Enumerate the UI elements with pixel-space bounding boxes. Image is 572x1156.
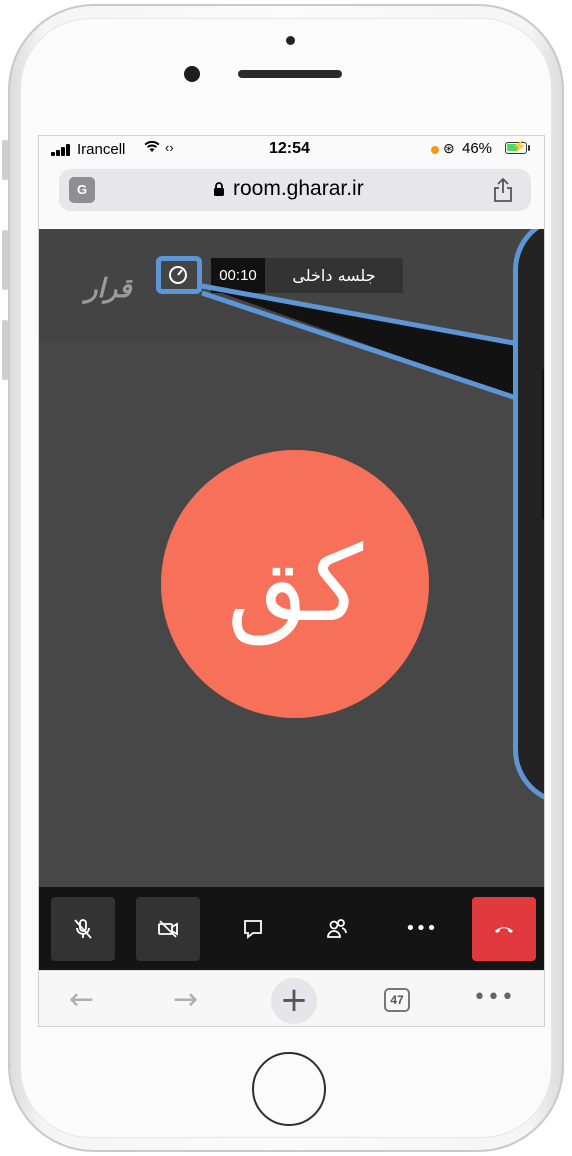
participant-avatar: کق [161,450,429,718]
screen: Irancell ‹› 12:54 ⊛ 46% ⚡ G room.gharar.… [38,135,545,1027]
vpn-arrows-icon: ‹› [165,140,174,155]
camera-off-icon [158,920,178,938]
front-camera-icon [286,36,295,45]
earpiece-speaker [238,70,342,78]
meeting-stage: قرار 00:10 جلسه داخلی کق × ن • [39,229,544,887]
phone-hangup-icon [495,927,513,933]
battery-percent: 46% [462,140,493,157]
chat-icon [244,920,262,939]
meeting-toolbar: ••• [39,887,544,970]
browser-toolbar: ← → + 47 ••• [39,970,544,1026]
info-panel [542,369,544,519]
url-text[interactable]: room.gharar.ir [233,177,364,201]
volume-up-button [2,230,8,290]
privacy-indicator-icon [431,146,439,154]
more-menu-icon[interactable]: ••• [473,985,515,1010]
share-icon[interactable] [491,177,515,203]
battery-icon: ⚡ [505,139,527,154]
mute-microphone-button[interactable] [51,897,115,961]
battery-tip [528,145,530,151]
forward-arrow-icon[interactable]: → [173,985,198,1015]
signal-icon [51,144,73,156]
participants-icon [327,919,347,938]
participants-button[interactable] [305,897,369,961]
home-button[interactable] [252,1052,326,1126]
status-bar: Irancell ‹› 12:54 ⊛ 46% ⚡ [39,136,544,164]
zoom-callout [513,229,544,805]
rotation-lock-icon: ⊛ [443,140,455,156]
hang-up-button[interactable] [472,897,536,961]
carrier-name: Irancell [77,141,126,158]
back-arrow-icon[interactable]: ← [69,985,94,1015]
tabs-button[interactable]: 47 [384,988,410,1012]
camera-toggle-button[interactable] [136,897,200,961]
sensor-icon [184,66,200,82]
translate-icon[interactable]: G [69,177,95,203]
wifi-icon [143,138,161,159]
new-tab-button[interactable]: + [271,978,317,1024]
address-bar[interactable]: G room.gharar.ir [59,169,531,211]
status-time: 12:54 [269,140,310,157]
mute-switch [2,140,8,180]
microphone-off-icon [74,919,92,939]
chat-button[interactable] [221,897,285,961]
volume-down-button [2,320,8,380]
lock-icon [214,182,224,196]
more-options-button[interactable]: ••• [389,897,453,961]
